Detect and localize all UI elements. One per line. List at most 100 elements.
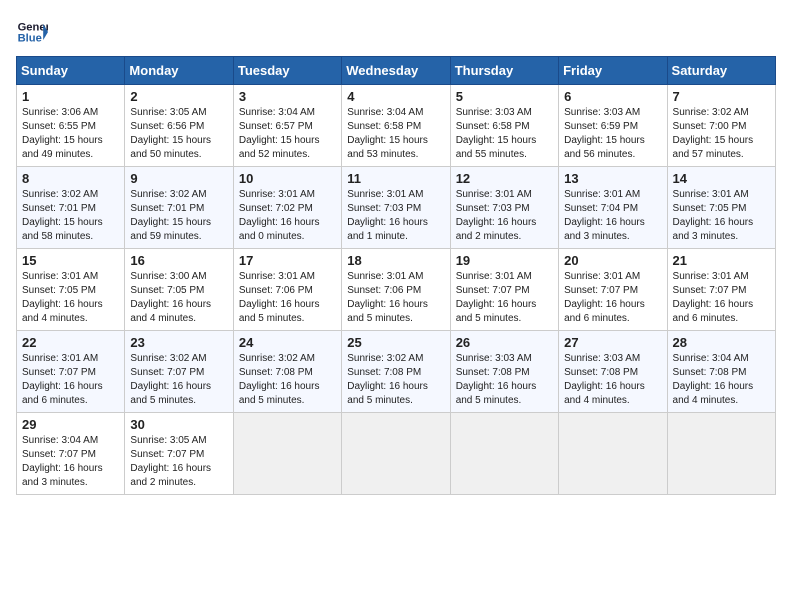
cell-info: Sunrise: 3:06 AMSunset: 6:55 PMDaylight:… bbox=[22, 106, 119, 162]
cell-info: Sunrise: 3:02 AMSunset: 7:01 PMDaylight:… bbox=[22, 188, 119, 244]
day-number: 7 bbox=[673, 89, 770, 104]
cell-info: Sunrise: 3:05 AMSunset: 6:56 PMDaylight:… bbox=[130, 106, 227, 162]
svg-text:Blue: Blue bbox=[18, 33, 42, 45]
table-row: 17Sunrise: 3:01 AMSunset: 7:06 PMDayligh… bbox=[233, 249, 341, 331]
day-number: 23 bbox=[130, 335, 227, 350]
day-header-friday: Friday bbox=[559, 57, 667, 85]
cell-info: Sunrise: 3:03 AMSunset: 7:08 PMDaylight:… bbox=[456, 352, 553, 408]
cell-info: Sunrise: 3:02 AMSunset: 7:00 PMDaylight:… bbox=[673, 106, 770, 162]
cell-info: Sunrise: 3:04 AMSunset: 7:07 PMDaylight:… bbox=[22, 434, 119, 490]
table-row: 4 Sunrise: 3:04 AMSunset: 6:58 PMDaylight… bbox=[342, 85, 450, 167]
table-row: 22 Sunrise: 3:01 AMSunset: 7:07 PMDayligh… bbox=[17, 331, 125, 413]
table-row: 10 Sunrise: 3:01 AMSunset: 7:02 PMDayligh… bbox=[233, 167, 341, 249]
table-row: 7 Sunrise: 3:02 AMSunset: 7:00 PMDaylight… bbox=[667, 85, 775, 167]
day-number: 5 bbox=[456, 89, 553, 104]
table-row: 18 Sunrise: 3:01 AMSunset: 7:06 PMDayligh… bbox=[342, 249, 450, 331]
day-number: 19 bbox=[456, 253, 553, 268]
day-number: 24 bbox=[239, 335, 336, 350]
cell-info: Sunrise: 3:01 AMSunset: 7:06 PMDaylight:… bbox=[347, 270, 444, 326]
header: General Blue bbox=[16, 16, 776, 48]
cell-info: Sunrise: 3:02 AMSunset: 7:07 PMDaylight:… bbox=[130, 352, 227, 408]
cell-info: Sunrise: 3:01 AMSunset: 7:07 PMDaylight:… bbox=[564, 270, 661, 326]
table-row: 28 Sunrise: 3:04 AMSunset: 7:08 PMDayligh… bbox=[667, 331, 775, 413]
day-number: 27 bbox=[564, 335, 661, 350]
day-number: 20 bbox=[564, 253, 661, 268]
table-row: 16 Sunrise: 3:00 AMSunset: 7:05 PMDayligh… bbox=[125, 249, 233, 331]
cell-info: Sunrise: 3:05 AMSunset: 7:07 PMDaylight:… bbox=[130, 434, 227, 490]
table-row: 20 Sunrise: 3:01 AMSunset: 7:07 PMDayligh… bbox=[559, 249, 667, 331]
table-row: 21 Sunrise: 3:01 AMSunset: 7:07 PMDayligh… bbox=[667, 249, 775, 331]
cell-info: Sunrise: 3:01 AMSunset: 7:02 PMDaylight:… bbox=[239, 188, 336, 244]
logo: General Blue bbox=[16, 16, 48, 48]
cell-info: Sunrise: 3:04 AMSunset: 7:08 PMDaylight:… bbox=[673, 352, 770, 408]
logo-icon: General Blue bbox=[16, 16, 48, 48]
table-row: 6 Sunrise: 3:03 AMSunset: 6:59 PMDaylight… bbox=[559, 85, 667, 167]
day-number: 29 bbox=[22, 417, 119, 432]
table-row: 26 Sunrise: 3:03 AMSunset: 7:08 PMDayligh… bbox=[450, 331, 558, 413]
cell-info: Sunrise: 3:01 AMSunset: 7:06 PMDaylight:… bbox=[239, 270, 336, 326]
day-header-monday: Monday bbox=[125, 57, 233, 85]
day-number: 8 bbox=[22, 171, 119, 186]
table-row: 12 Sunrise: 3:01 AMSunset: 7:03 PMDayligh… bbox=[450, 167, 558, 249]
cell-info: Sunrise: 3:01 AMSunset: 7:03 PMDaylight:… bbox=[456, 188, 553, 244]
table-row: 30Sunrise: 3:05 AMSunset: 7:07 PMDayligh… bbox=[125, 413, 233, 495]
table-row: 5 Sunrise: 3:03 AMSunset: 6:58 PMDaylight… bbox=[450, 85, 558, 167]
day-number: 4 bbox=[347, 89, 444, 104]
day-number: 22 bbox=[22, 335, 119, 350]
day-number: 26 bbox=[456, 335, 553, 350]
day-number: 12 bbox=[456, 171, 553, 186]
table-row bbox=[233, 413, 341, 495]
day-header-saturday: Saturday bbox=[667, 57, 775, 85]
cell-info: Sunrise: 3:04 AMSunset: 6:57 PMDaylight:… bbox=[239, 106, 336, 162]
table-row: 19 Sunrise: 3:01 AMSunset: 7:07 PMDayligh… bbox=[450, 249, 558, 331]
day-number: 1 bbox=[22, 89, 119, 104]
cell-info: Sunrise: 3:03 AMSunset: 6:59 PMDaylight:… bbox=[564, 106, 661, 162]
cell-info: Sunrise: 3:00 AMSunset: 7:05 PMDaylight:… bbox=[130, 270, 227, 326]
cell-info: Sunrise: 3:01 AMSunset: 7:05 PMDaylight:… bbox=[673, 188, 770, 244]
cell-info: Sunrise: 3:01 AMSunset: 7:05 PMDaylight:… bbox=[22, 270, 119, 326]
day-number: 21 bbox=[673, 253, 770, 268]
day-header-thursday: Thursday bbox=[450, 57, 558, 85]
day-number: 25 bbox=[347, 335, 444, 350]
cell-info: Sunrise: 3:02 AMSunset: 7:01 PMDaylight:… bbox=[130, 188, 227, 244]
day-number: 10 bbox=[239, 171, 336, 186]
cell-info: Sunrise: 3:01 AMSunset: 7:04 PMDaylight:… bbox=[564, 188, 661, 244]
table-row bbox=[667, 413, 775, 495]
cell-info: Sunrise: 3:02 AMSunset: 7:08 PMDaylight:… bbox=[347, 352, 444, 408]
table-row bbox=[342, 413, 450, 495]
day-header-tuesday: Tuesday bbox=[233, 57, 341, 85]
cell-info: Sunrise: 3:03 AMSunset: 7:08 PMDaylight:… bbox=[564, 352, 661, 408]
table-row: 14Sunrise: 3:01 AMSunset: 7:05 PMDayligh… bbox=[667, 167, 775, 249]
table-row: 15 Sunrise: 3:01 AMSunset: 7:05 PMDayligh… bbox=[17, 249, 125, 331]
day-number: 6 bbox=[564, 89, 661, 104]
table-row: 1 Sunrise: 3:06 AMSunset: 6:55 PMDaylight… bbox=[17, 85, 125, 167]
cell-info: Sunrise: 3:01 AMSunset: 7:03 PMDaylight:… bbox=[347, 188, 444, 244]
table-row bbox=[450, 413, 558, 495]
table-row: 27 Sunrise: 3:03 AMSunset: 7:08 PMDayligh… bbox=[559, 331, 667, 413]
table-row: 24 Sunrise: 3:02 AMSunset: 7:08 PMDayligh… bbox=[233, 331, 341, 413]
table-row: 23 Sunrise: 3:02 AMSunset: 7:07 PMDayligh… bbox=[125, 331, 233, 413]
day-number: 16 bbox=[130, 253, 227, 268]
day-number: 28 bbox=[673, 335, 770, 350]
cell-info: Sunrise: 3:01 AMSunset: 7:07 PMDaylight:… bbox=[22, 352, 119, 408]
cell-info: Sunrise: 3:03 AMSunset: 6:58 PMDaylight:… bbox=[456, 106, 553, 162]
cell-info: Sunrise: 3:01 AMSunset: 7:07 PMDaylight:… bbox=[673, 270, 770, 326]
day-header-sunday: Sunday bbox=[17, 57, 125, 85]
day-number: 13 bbox=[564, 171, 661, 186]
table-row: 11 Sunrise: 3:01 AMSunset: 7:03 PMDayligh… bbox=[342, 167, 450, 249]
cell-info: Sunrise: 3:02 AMSunset: 7:08 PMDaylight:… bbox=[239, 352, 336, 408]
calendar-table: SundayMondayTuesdayWednesdayThursdayFrid… bbox=[16, 56, 776, 495]
table-row: 3Sunrise: 3:04 AMSunset: 6:57 PMDaylight… bbox=[233, 85, 341, 167]
cell-info: Sunrise: 3:01 AMSunset: 7:07 PMDaylight:… bbox=[456, 270, 553, 326]
day-number: 15 bbox=[22, 253, 119, 268]
table-row: 13 Sunrise: 3:01 AMSunset: 7:04 PMDayligh… bbox=[559, 167, 667, 249]
day-number: 18 bbox=[347, 253, 444, 268]
day-number: 2 bbox=[130, 89, 227, 104]
table-row: 8 Sunrise: 3:02 AMSunset: 7:01 PMDaylight… bbox=[17, 167, 125, 249]
table-row: 2 Sunrise: 3:05 AMSunset: 6:56 PMDaylight… bbox=[125, 85, 233, 167]
cell-info: Sunrise: 3:04 AMSunset: 6:58 PMDaylight:… bbox=[347, 106, 444, 162]
day-header-wednesday: Wednesday bbox=[342, 57, 450, 85]
day-number: 11 bbox=[347, 171, 444, 186]
table-row: 25 Sunrise: 3:02 AMSunset: 7:08 PMDayligh… bbox=[342, 331, 450, 413]
table-row: 29 Sunrise: 3:04 AMSunset: 7:07 PMDayligh… bbox=[17, 413, 125, 495]
